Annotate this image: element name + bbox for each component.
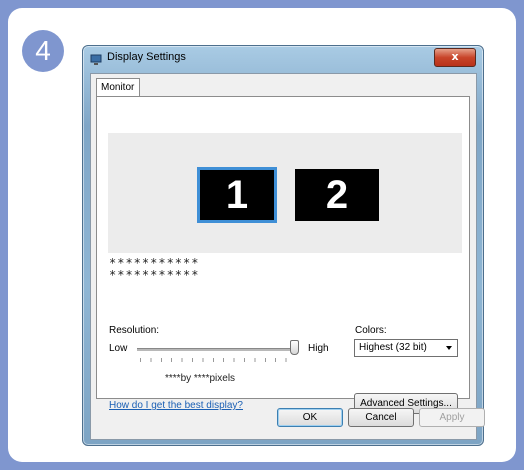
best-display-help-link[interactable]: How do I get the best display?: [109, 400, 243, 411]
window-title: Display Settings: [107, 51, 186, 63]
resolution-low-label: Low: [109, 343, 128, 354]
display-settings-icon: [90, 53, 102, 65]
step-number-badge: 4: [22, 30, 64, 72]
title-bar[interactable]: Display Settings x: [83, 46, 483, 72]
display-settings-window: Display Settings x Monitor 1 2 *********…: [82, 45, 485, 446]
resolution-slider-track[interactable]: [137, 348, 297, 351]
chevron-down-icon: [446, 346, 452, 350]
resolution-slider-thumb[interactable]: [290, 340, 299, 355]
monitor-2-icon[interactable]: 2: [295, 169, 379, 221]
resolution-label: Resolution:: [109, 325, 160, 336]
monitor-arrangement-area: 1 2: [108, 133, 462, 253]
close-button[interactable]: x: [434, 48, 476, 67]
resolution-slider-ticks: [140, 358, 296, 362]
colors-selected-value: Highest (32 bit): [359, 342, 427, 353]
window-client-area: Monitor 1 2 *********** *********** Reso…: [90, 73, 485, 440]
colors-dropdown[interactable]: Highest (32 bit): [354, 339, 458, 357]
colors-label: Colors:: [355, 325, 387, 336]
resolution-value-text: ****by ****pixels: [165, 373, 236, 384]
resolution-high-label: High: [308, 343, 329, 354]
monitor-1-icon[interactable]: 1: [197, 167, 277, 223]
ok-button[interactable]: OK: [277, 408, 343, 427]
display-name-text: *********** ***********: [109, 257, 199, 281]
tab-monitor[interactable]: Monitor: [96, 78, 140, 96]
monitor-tab-panel: 1 2 *********** *********** Resolution: …: [96, 96, 470, 414]
display-name-line-2: ***********: [109, 268, 200, 282]
cancel-button[interactable]: Cancel: [348, 408, 414, 427]
apply-button[interactable]: Apply: [419, 408, 485, 427]
